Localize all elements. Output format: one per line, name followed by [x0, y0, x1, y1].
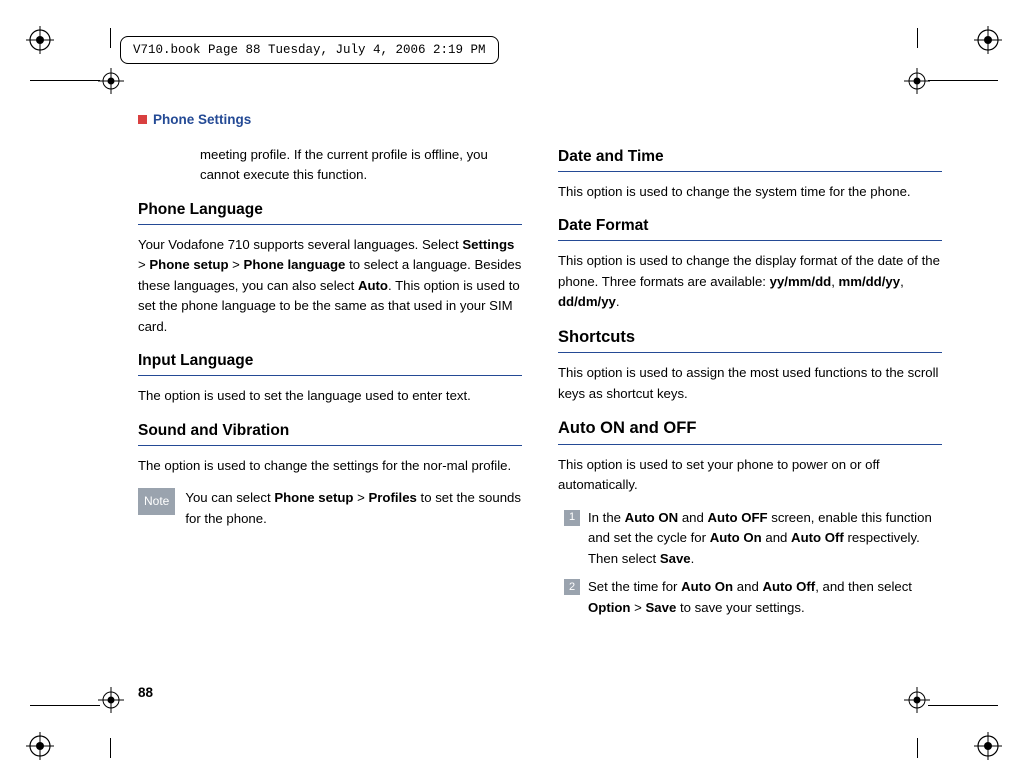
text-bold: Auto OFF [708, 510, 768, 525]
step-1: 1 In the Auto ON and Auto OFF screen, en… [564, 508, 942, 569]
crop-mark-bl [26, 732, 54, 760]
page-number: 88 [138, 685, 153, 700]
crop-line-h-top-r [928, 80, 998, 81]
heading-auto-on-off: Auto ON and OFF [558, 416, 942, 445]
crop-mark-tr [974, 26, 1002, 54]
para-date-format: This option is used to change the displa… [558, 251, 942, 312]
text: , [831, 274, 838, 289]
text: and [762, 530, 791, 545]
crop-line-h-bot-l [30, 705, 100, 706]
step-number: 1 [564, 510, 580, 526]
text: . [691, 551, 695, 566]
right-column: Date and Time This option is used to cha… [558, 145, 942, 626]
text-bold: Phone setup [149, 257, 228, 272]
crop-target-inner-tl [98, 68, 124, 99]
step-text: In the Auto ON and Auto OFF screen, enab… [588, 508, 942, 569]
para-auto-on-off: This option is used to set your phone to… [558, 455, 942, 496]
para-input-language: The option is used to set the language u… [138, 386, 522, 406]
continued-text: meeting profile. If the current profile … [200, 145, 522, 186]
crop-target-inner-bl [98, 687, 124, 718]
left-column: meeting profile. If the current profile … [138, 145, 522, 626]
text: > [630, 600, 645, 615]
text-bold: yy/mm/dd [770, 274, 832, 289]
text: . [616, 294, 620, 309]
text: > [138, 257, 149, 272]
crop-target-inner-br [904, 687, 930, 718]
text-bold: Phone setup [274, 490, 353, 505]
text-bold: Auto On [710, 530, 762, 545]
text-bold: Option [588, 600, 630, 615]
page-content: Phone Settings meeting profile. If the c… [138, 100, 942, 626]
crop-line-h-bot-r [928, 705, 998, 706]
heading-input-language: Input Language [138, 349, 522, 376]
text: and [678, 510, 707, 525]
text: Set the time for [588, 579, 681, 594]
crop-mark-br [974, 732, 1002, 760]
note-badge: Note [138, 488, 175, 515]
text-bold: Phone language [244, 257, 346, 272]
crop-line-h-top-l [30, 80, 100, 81]
text: Your Vodafone 710 supports several langu… [138, 237, 462, 252]
heading-date-time: Date and Time [558, 145, 942, 172]
section-bullet-icon [138, 115, 147, 124]
note-block: Note You can select Phone setup > Profil… [138, 488, 522, 529]
para-shortcuts: This option is used to assign the most u… [558, 363, 942, 404]
step-2: 2 Set the time for Auto On and Auto Off,… [564, 577, 942, 618]
heading-phone-language: Phone Language [138, 198, 522, 225]
note-text: You can select Phone setup > Profiles to… [185, 488, 522, 529]
text-bold: Auto Off [762, 579, 815, 594]
text: You can select [185, 490, 274, 505]
text: to save your settings. [676, 600, 804, 615]
text-bold: Settings [462, 237, 514, 252]
text-bold: Auto Off [791, 530, 844, 545]
text-bold: Profiles [369, 490, 417, 505]
text: , [900, 274, 904, 289]
text-bold: Auto On [681, 579, 733, 594]
text: and [733, 579, 762, 594]
text-bold: dd/dm/yy [558, 294, 616, 309]
crop-mark-tl [26, 26, 54, 54]
text: , and then select [815, 579, 912, 594]
text-bold: Save [660, 551, 691, 566]
section-header: Phone Settings [138, 112, 942, 127]
file-info-header: V710.book Page 88 Tuesday, July 4, 2006 … [120, 36, 499, 64]
para-date-time: This option is used to change the system… [558, 182, 942, 202]
text-bold: Auto [358, 278, 388, 293]
step-text: Set the time for Auto On and Auto Off, a… [588, 577, 942, 618]
section-title: Phone Settings [153, 112, 251, 127]
heading-shortcuts: Shortcuts [558, 325, 942, 354]
crop-line-v-left-bot [110, 738, 111, 758]
heading-date-format: Date Format [558, 214, 942, 241]
text: > [353, 490, 368, 505]
para-sound-vibration: The option is used to change the setting… [138, 456, 522, 476]
text: > [229, 257, 244, 272]
crop-target-inner-tr [904, 68, 930, 99]
text-bold: Save [646, 600, 677, 615]
crop-line-v-left [110, 28, 111, 48]
text-bold: mm/dd/yy [839, 274, 901, 289]
text-bold: Auto ON [625, 510, 678, 525]
text: In the [588, 510, 625, 525]
step-number: 2 [564, 579, 580, 595]
crop-line-v-right [917, 28, 918, 48]
crop-line-v-right-bot [917, 738, 918, 758]
heading-sound-vibration: Sound and Vibration [138, 419, 522, 446]
para-phone-language: Your Vodafone 710 supports several langu… [138, 235, 522, 337]
